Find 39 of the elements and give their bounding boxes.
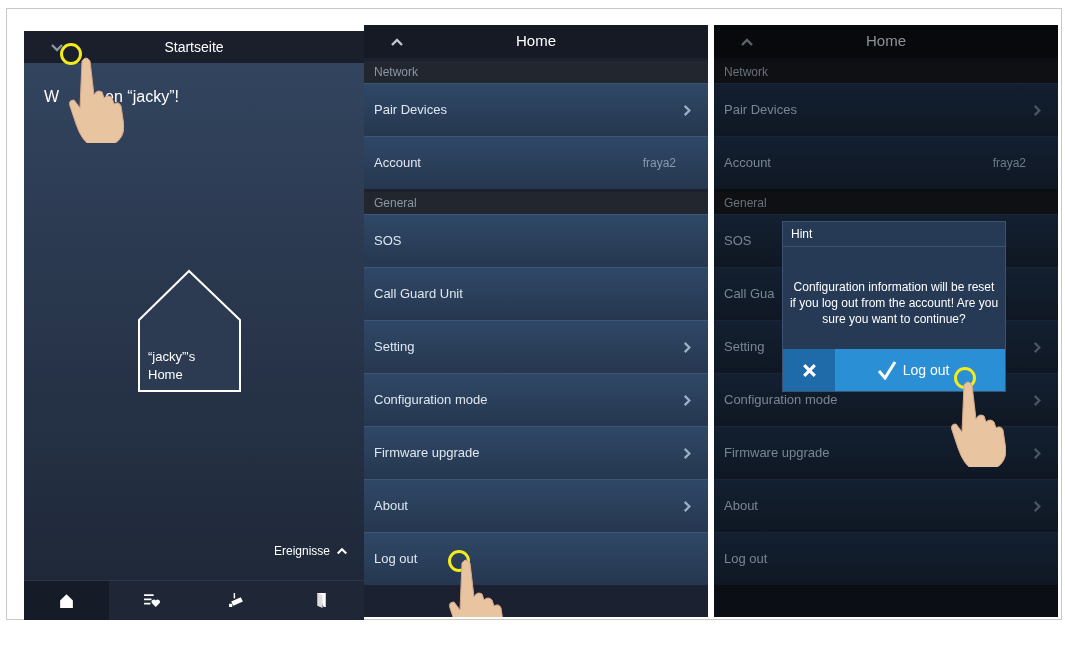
- log-out-button[interactable]: Log out: [835, 349, 1005, 391]
- menu-row[interactable]: Setting: [364, 320, 708, 373]
- close-icon: [800, 361, 818, 379]
- tab-bar-item[interactable]: [24, 581, 109, 620]
- screen-title: Home: [866, 31, 906, 52]
- chevron-up-icon[interactable]: [336, 545, 348, 557]
- section-header: Network: [724, 64, 768, 81]
- section-header: General: [374, 195, 417, 212]
- account-value: fraya2: [992, 155, 1026, 172]
- welcome-text: W: [44, 87, 60, 107]
- favorites-icon: [143, 592, 160, 609]
- menu-row[interactable]: Log out: [364, 532, 708, 585]
- menu-row[interactable]: Pair Devices: [364, 83, 708, 136]
- home-label: “jacky”'s Home: [148, 348, 197, 384]
- account-value: fraya2: [642, 155, 676, 172]
- cancel-button[interactable]: [783, 349, 835, 391]
- tab-bar-item[interactable]: [279, 581, 364, 620]
- camera-icon: [228, 592, 245, 609]
- checkmark-icon: [876, 360, 897, 380]
- menu-row[interactable]: Pair Devices: [714, 83, 1058, 136]
- section-header: General: [724, 195, 767, 212]
- events-label[interactable]: Ereignisse: [273, 542, 330, 560]
- menu-row[interactable]: About: [714, 479, 1058, 532]
- menu-row[interactable]: About: [364, 479, 708, 532]
- home-tile[interactable]: “jacky”'s Home: [137, 269, 242, 393]
- menu-row[interactable]: Call Guard Unit: [364, 267, 708, 320]
- menu-row[interactable]: Log out: [714, 532, 1058, 585]
- menu-row[interactable]: Configuration mode: [364, 373, 708, 426]
- dialog-title: Hint: [791, 226, 813, 243]
- menu-row[interactable]: Firmware upgrade: [364, 426, 708, 479]
- menu-row[interactable]: SOS: [364, 214, 708, 267]
- screen-title: Home: [516, 31, 556, 52]
- section-header: Network: [374, 64, 418, 81]
- menu-row[interactable]: Account fraya2: [364, 136, 708, 189]
- screen-title: Startseite: [164, 37, 224, 57]
- home-icon: [58, 592, 75, 609]
- dialog-message: Configuration information will be reset if you log out from the account! Are you sure you want to continue?: [788, 279, 1000, 328]
- tab-bar-item[interactable]: [109, 581, 194, 620]
- menu-row[interactable]: Account fraya2: [714, 136, 1058, 189]
